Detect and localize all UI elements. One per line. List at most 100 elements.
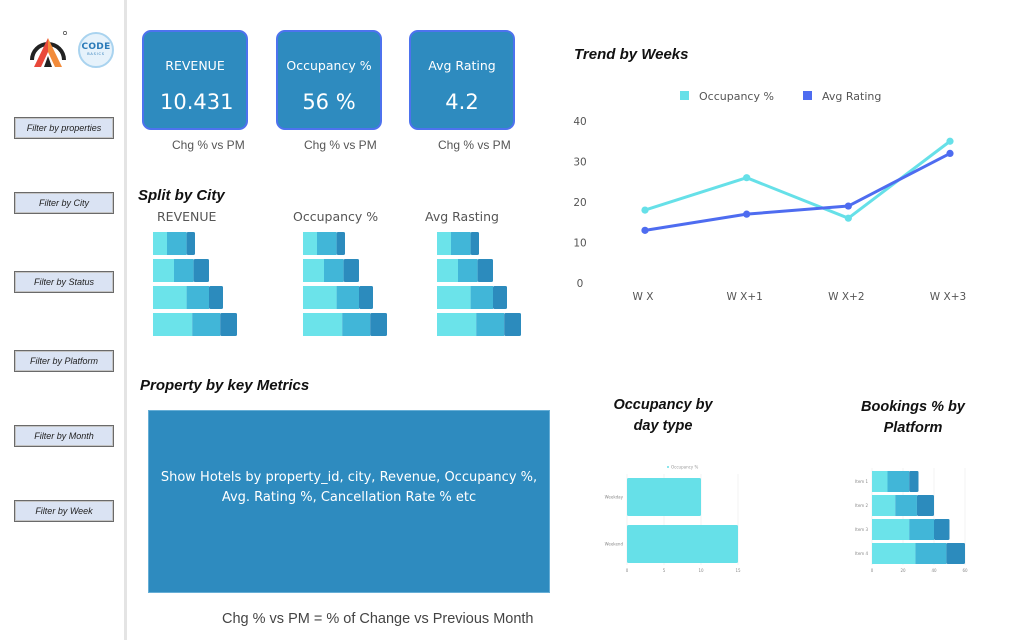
kpi-change-label: Chg % vs PM [304,138,377,152]
platform-chart: 0 20 40 60 Item 1 Item 2 Item 3 Item 4 [855,468,968,573]
bar [627,478,701,516]
filter-status-button[interactable]: Filter by Status [14,271,114,293]
bar-segment [317,232,337,255]
bar-segment [186,232,195,255]
kpi-label: REVENUE [165,58,225,73]
trend-chart: 0 10 20 30 40 W X W X+1 W X+2 W X+3 Occupancy % Av… [573,90,966,303]
footnote: Chg % vs PM = % of Change vs Previous Mo… [222,611,534,627]
bar-segment [470,232,479,255]
y-tick-label: Weekday [605,495,624,500]
x-tick-label: W X+1 [726,291,762,303]
sidebar-divider [124,0,127,640]
bar-segment [872,543,916,564]
bar-segment [451,232,471,255]
y-tick-label: Item 4 [855,551,868,556]
bar-segment [186,286,209,309]
bar-segment [220,313,237,336]
bar-segment [493,286,507,309]
codebasics-logo: CODE BASICS [78,32,114,68]
data-point [946,149,954,157]
filter-properties-button[interactable]: Filter by properties [14,117,114,139]
atliq-logo [30,31,67,67]
bar-segment [476,313,505,336]
data-point [844,214,852,222]
y-tick-label: Weekend [605,542,624,547]
data-point [641,226,649,234]
kpi-label: Occupancy % [286,58,372,73]
day-type-chart: 0 5 10 15 Occupancy % Weekday Weekend [605,465,741,574]
bar-segment [336,286,359,309]
bar-segment [872,495,896,516]
filter-platform-button[interactable]: Filter by Platform [14,350,114,372]
bar-segment [153,313,193,336]
bar-segment [303,259,324,282]
series-line [644,152,951,232]
bar-segment [343,259,359,282]
legend-label: Avg Rating [822,90,881,103]
legend-swatch [667,466,669,468]
data-point [844,202,852,210]
filter-city-button[interactable]: Filter by City [14,192,114,214]
platform-title: Bookings % by Platform [861,399,965,436]
kpi-card-revenue[interactable]: REVENUE 10.431 [142,30,248,130]
split-panel-title: REVENUE [157,209,217,224]
data-point [743,174,751,182]
bar-segment [504,313,521,336]
data-point [946,137,954,145]
bar-segment [370,313,387,336]
x-tick-label: 40 [931,568,937,573]
bar-segment [174,259,194,282]
bar-segment [336,232,345,255]
filter-week-button[interactable]: Filter by Week [14,500,114,522]
bar-segment [303,286,337,309]
bar-segment [909,519,934,540]
bar-segment [872,519,910,540]
bar [627,525,738,563]
bar-segment [153,259,174,282]
y-tick-label: Item 3 [855,527,868,532]
x-tick-label: 10 [698,568,704,573]
y-tick-label: Item 1 [855,479,868,484]
bar-segment [458,259,478,282]
y-tick-label: 30 [573,157,586,169]
bar-segment [895,495,917,516]
kpi-change-label: Chg % vs PM [172,138,245,152]
trend-title: Trend by Weeks [574,46,689,63]
bar-segment [437,232,451,255]
legend-label: Occupancy % [699,90,774,103]
y-tick-label: 20 [573,197,586,209]
kpi-card-occupancy[interactable]: Occupancy % 56 % [276,30,382,130]
data-point [641,206,649,214]
bar-segment [153,232,167,255]
bar-segment [915,543,947,564]
y-tick-label: 0 [577,278,584,290]
x-tick-label: 5 [663,568,666,573]
logo-text: CODE [81,42,111,52]
kpi-card-avg-rating[interactable]: Avg Rating 4.2 [409,30,515,130]
bar-segment [437,286,471,309]
x-tick-label: 0 [871,568,874,573]
kpi-value: 56 % [302,90,356,114]
property-metrics-table-placeholder: Show Hotels by property_id, city, Revenu… [148,410,550,593]
day-type-title: Occupancy by day type [613,397,713,434]
bar-segment [359,286,373,309]
property-metrics-title: Property by key Metrics [140,377,310,394]
bar-segment [303,232,317,255]
bar-segment [887,471,910,492]
x-tick-label: 60 [962,568,968,573]
data-point [743,210,751,218]
bar-segment [946,543,965,564]
x-tick-label: W X [633,291,654,303]
bar-segment [916,495,934,516]
legend-swatch [680,91,689,100]
x-tick-label: W X+3 [930,291,966,303]
bar-segment [437,259,458,282]
x-tick-label: 0 [626,568,629,573]
bar-segment [192,313,221,336]
bar-segment [167,232,187,255]
filter-month-button[interactable]: Filter by Month [14,425,114,447]
bar-segment [872,471,888,492]
y-tick-label: 40 [573,116,586,128]
split-by-city-title: Split by City [138,187,225,204]
kpi-value: 4.2 [445,90,479,114]
